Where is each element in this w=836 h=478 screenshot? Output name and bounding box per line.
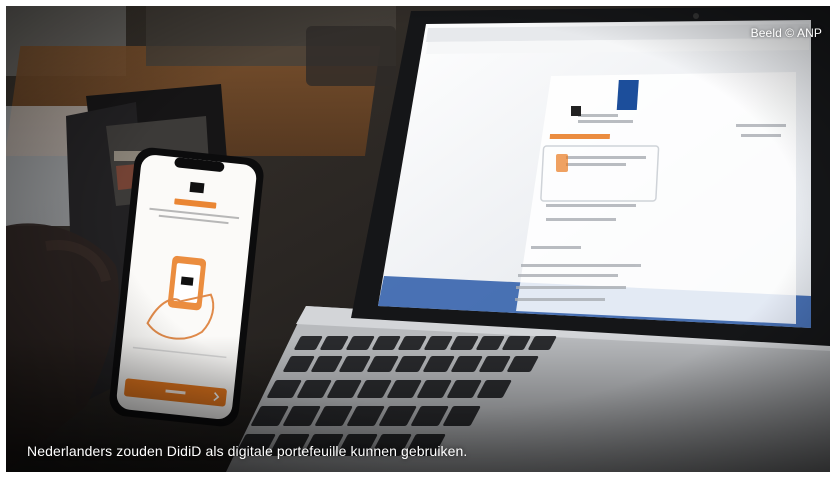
photo-caption: Nederlanders zouden DidiD als digitale p… xyxy=(27,443,468,459)
article-photo xyxy=(6,6,830,472)
article-photo-frame: Beeld © ANP Nederlanders zouden DidiD al… xyxy=(6,6,830,472)
photo-credit: Beeld © ANP xyxy=(750,26,822,40)
